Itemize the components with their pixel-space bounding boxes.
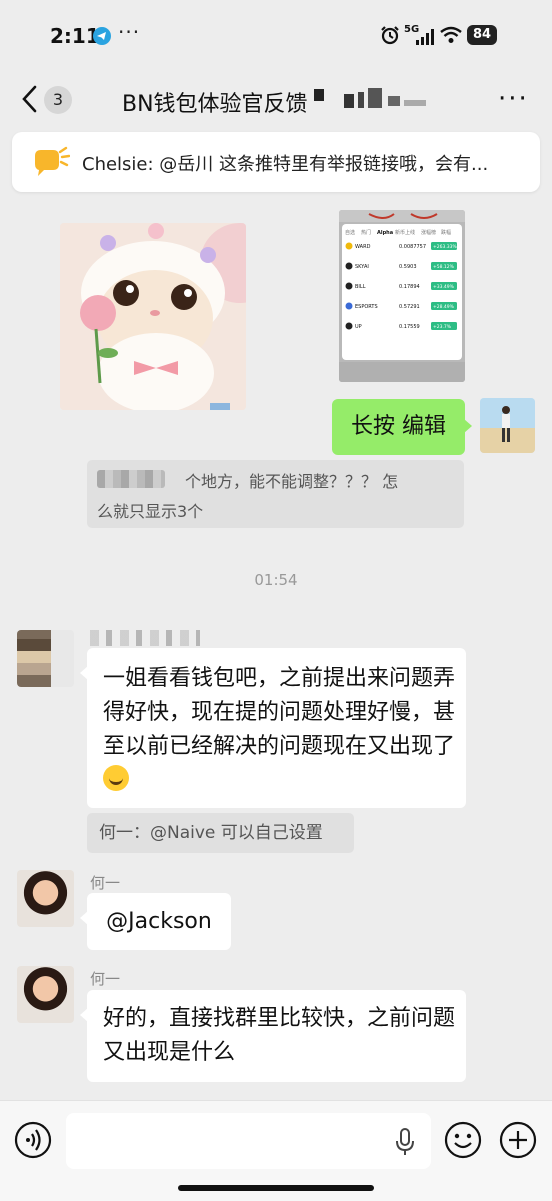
- thumb-token-name: BILL: [355, 284, 366, 290]
- message-text: 好的，直接找群里比较快，之前问题又出现是什么: [103, 1006, 456, 1065]
- pinned-text: Chelsie: @岳川 这条推特里有举报链接哦，会有...: [82, 154, 489, 175]
- thumb-token-change: +23.7%: [433, 324, 452, 330]
- thumb-token-change: +28.49%: [433, 304, 455, 310]
- home-indicator: [178, 1185, 374, 1191]
- unread-count-badge[interactable]: 3: [44, 86, 72, 114]
- thumb-token-price: 0.17559: [399, 324, 420, 330]
- alarm-icon: [381, 26, 399, 45]
- message-text: 一姐看看钱包吧，之前提出来问题弄得好快，现在提的问题处理好慢，甚至以前已经解决的…: [103, 666, 456, 759]
- wifi-icon: [440, 26, 462, 43]
- plus-icon[interactable]: [499, 1121, 537, 1159]
- quote-sender-redaction: [97, 470, 165, 488]
- thumb-token-change: +33.49%: [433, 284, 455, 290]
- thumb-tab: 跌幅: [441, 229, 451, 236]
- notification-more-icon: ···: [118, 20, 141, 44]
- back-chevron-icon[interactable]: [18, 84, 42, 114]
- message-input[interactable]: [66, 1113, 431, 1169]
- status-bar: 2:11 ··· 5G 84: [0, 0, 552, 70]
- telegram-icon: [93, 27, 111, 45]
- sender-name-redaction: [90, 630, 200, 646]
- thumb-token-price: 0.5903: [399, 264, 417, 270]
- pinned-announcement[interactable]: Chelsie: @岳川 这条推特里有举报链接哦，会有...: [12, 132, 540, 192]
- thumb-tab: 新币上线: [395, 229, 415, 236]
- announcement-icon: [35, 146, 70, 176]
- thumb-tab: 热门: [361, 229, 371, 236]
- quoted-message[interactable]: 何一：@Naive 可以自己设置: [87, 813, 354, 853]
- thumb-tab: 涨幅榜: [421, 229, 436, 236]
- thumb-tab: 自选: [345, 229, 355, 236]
- emoji-icon[interactable]: [444, 1121, 482, 1159]
- chat-title: BN钱包体验官反馈: [122, 92, 308, 117]
- thumb-token-price: 0.0087757: [399, 244, 426, 250]
- laughing-emoji-icon: [103, 765, 129, 791]
- message-timestamp: 01:54: [254, 571, 298, 589]
- thumb-token-change: +58.12%: [433, 264, 455, 270]
- message-bubble[interactable]: 好的，直接找群里比较快，之前问题又出现是什么: [80, 990, 466, 1082]
- message-bubble[interactable]: 一姐看看钱包吧，之前提出来问题弄得好快，现在提的问题处理好慢，甚至以前已经解决的…: [80, 648, 466, 808]
- thumb-token-name: UP: [355, 324, 362, 330]
- sender-avatar[interactable]: [17, 966, 74, 1023]
- message-bubble[interactable]: @Jackson: [80, 893, 231, 950]
- quoted-message[interactable]: 个地方，能不能调整？？？ 怎 么就只显示3个: [87, 460, 464, 528]
- thumb-token-name: WARD: [355, 244, 371, 250]
- sender-avatar[interactable]: [17, 870, 74, 927]
- battery-indicator: 84: [467, 25, 497, 45]
- sender-avatar[interactable]: [17, 630, 74, 687]
- thumb-token-price: 0.57291: [399, 304, 420, 310]
- self-message-bubble[interactable]: 长按 编辑: [332, 399, 472, 455]
- title-redaction: [314, 88, 426, 108]
- quote-text-line2: 么就只显示3个: [97, 502, 204, 521]
- screenshot-image[interactable]: 自选 热门 Alpha 新币上线 涨幅榜 跌幅 WARD 0.0087757 +…: [339, 210, 465, 382]
- sender-name: 何一: [90, 970, 121, 988]
- thumb-token-price: 0.17894: [399, 284, 420, 290]
- mic-icon[interactable]: [393, 1127, 417, 1157]
- thumb-tab: Alpha: [377, 230, 393, 236]
- self-avatar[interactable]: [480, 398, 535, 453]
- voice-icon[interactable]: [14, 1121, 52, 1159]
- sender-name: 何一: [90, 874, 121, 892]
- thumb-token-name: ESPORTS: [355, 304, 378, 310]
- quote-text-line1: 个地方，能不能调整？？？ 怎: [185, 472, 399, 491]
- thumb-token-change: +263.33%: [433, 244, 458, 250]
- thumb-token-name: SKYAI: [355, 264, 369, 270]
- signal-icon: [416, 29, 434, 45]
- more-icon[interactable]: ···: [498, 84, 529, 114]
- cat-sticker-image[interactable]: [60, 223, 246, 410]
